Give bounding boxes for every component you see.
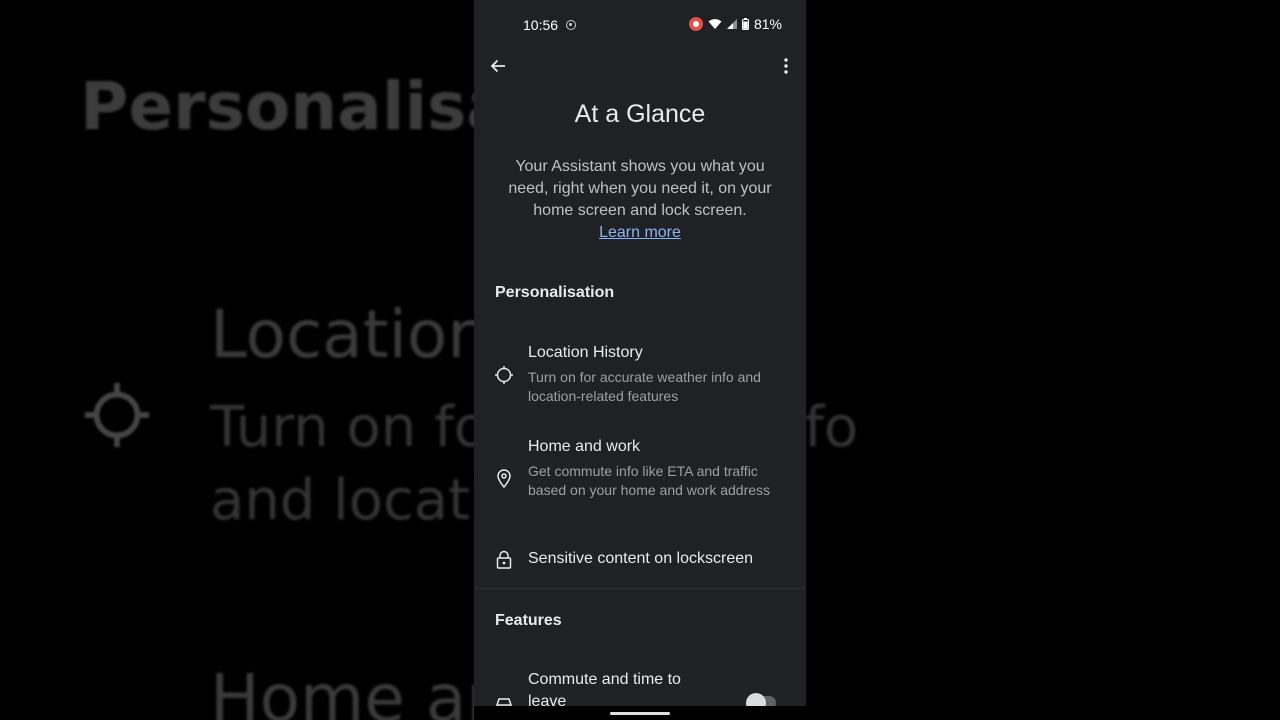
location-history-item[interactable]: Location History Turn on for accurate we… bbox=[474, 338, 806, 418]
bg-location-target-icon bbox=[84, 382, 150, 448]
gesture-nav-bar bbox=[474, 706, 806, 720]
commute-title-line1: Commute and time to bbox=[528, 671, 681, 688]
section-features: Features bbox=[495, 612, 562, 629]
sensitive-content-title: Sensitive content on lockscreen bbox=[528, 550, 754, 567]
location-history-subtitle: Turn on for accurate weather info and lo… bbox=[528, 369, 761, 404]
sensitive-content-item[interactable]: Sensitive content on lockscreen bbox=[474, 540, 806, 580]
description-text: Your Assistant shows you what you need, … bbox=[508, 158, 772, 219]
lock-icon bbox=[494, 550, 514, 570]
learn-more-link[interactable]: Learn more bbox=[599, 224, 681, 241]
status-icons: 81% bbox=[688, 16, 782, 32]
wifi-icon bbox=[708, 19, 722, 29]
location-history-title: Location History bbox=[528, 344, 643, 361]
home-and-work-title: Home and work bbox=[528, 438, 641, 455]
home-and-work-item[interactable]: Home and work Get commute info like ETA … bbox=[474, 432, 806, 522]
screen-recording-icon bbox=[688, 17, 703, 31]
notification-dot-icon bbox=[566, 20, 576, 30]
home-gesture-handle[interactable] bbox=[610, 712, 670, 715]
phone-screen: 10:56 81% At a Glance Your Assistant sho… bbox=[474, 0, 806, 720]
more-vert-icon bbox=[784, 58, 788, 74]
back-arrow-icon bbox=[490, 59, 505, 73]
back-button[interactable] bbox=[486, 54, 510, 78]
page-description: Your Assistant shows you what you need, … bbox=[496, 156, 784, 244]
bg-home-title: Home an bbox=[210, 660, 509, 720]
status-time: 10:56 bbox=[523, 17, 559, 33]
page-title: At a Glance bbox=[574, 100, 706, 128]
location-target-icon bbox=[494, 365, 514, 385]
map-pin-icon bbox=[494, 468, 514, 488]
top-app-bar bbox=[474, 50, 806, 82]
battery-icon bbox=[741, 18, 749, 30]
status-bar: 10:56 81% bbox=[474, 0, 806, 50]
more-options-button[interactable] bbox=[774, 54, 798, 78]
home-and-work-subtitle: Get commute info like ETA and traffic ba… bbox=[528, 463, 771, 498]
battery-percent: 81% bbox=[753, 16, 782, 32]
signal-icon bbox=[726, 19, 737, 29]
section-divider bbox=[474, 588, 806, 589]
bg-location-title: Location bbox=[210, 296, 490, 373]
section-personalisation: Personalisation bbox=[495, 284, 615, 301]
